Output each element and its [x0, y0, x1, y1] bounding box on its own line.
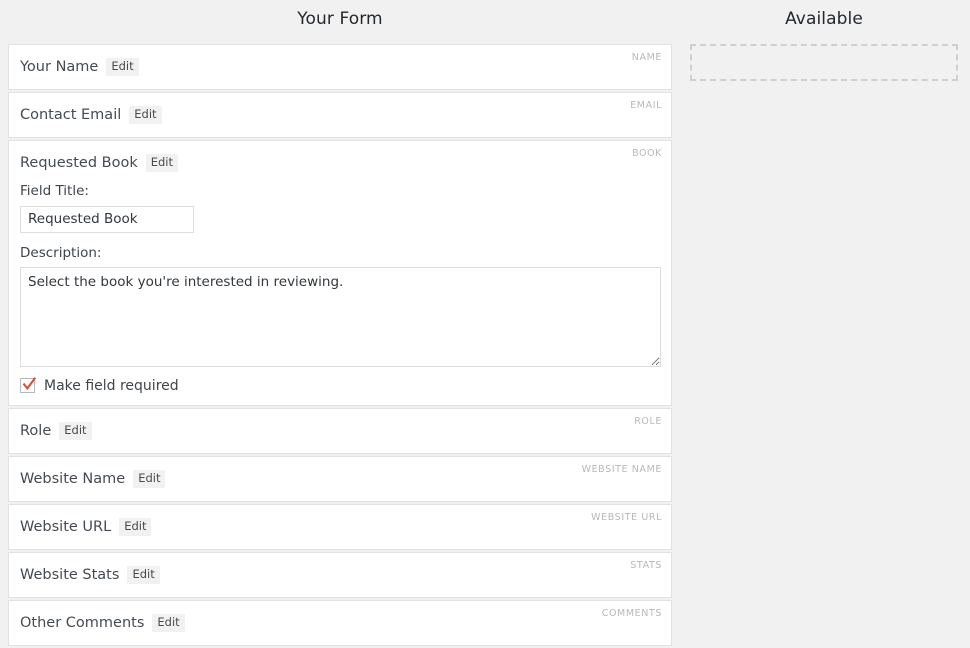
field-card-title: Website Name: [20, 470, 126, 487]
field-card-title: Contact Email: [20, 106, 122, 123]
edit-button[interactable]: Edit: [106, 58, 139, 76]
checkmark-icon: [22, 377, 37, 391]
field-type-tag: NAME: [631, 52, 662, 63]
field-type-tag: WEBSITE NAME: [581, 464, 662, 475]
edit-button[interactable]: Edit: [59, 422, 92, 440]
field-card-role[interactable]: Role Edit ROLE: [8, 408, 672, 454]
field-card-header[interactable]: Your Name Edit NAME: [9, 45, 671, 89]
make-required-checkbox[interactable]: [20, 377, 37, 393]
field-card-website-url[interactable]: Website URL Edit WEBSITE URL: [8, 504, 672, 550]
available-field-list: [690, 44, 958, 81]
field-card-title: Other Comments: [20, 614, 145, 631]
field-card-header[interactable]: Website URL Edit WEBSITE URL: [9, 505, 671, 549]
make-required-label: Make field required: [44, 377, 179, 394]
field-card-header[interactable]: Website Stats Edit STATS: [9, 553, 671, 597]
field-card-title: Your Name: [20, 58, 99, 75]
field-card-header[interactable]: Requested Book Edit BOOK: [9, 141, 671, 185]
description-label: Description:: [20, 244, 102, 261]
field-card-other-comments[interactable]: Other Comments Edit COMMENTS: [8, 600, 672, 646]
form-builder-page: Your Form Available Your Name Edit NAME …: [0, 0, 970, 646]
field-card-title: Website Stats: [20, 566, 120, 583]
field-card-website-name[interactable]: Website Name Edit WEBSITE NAME: [8, 456, 672, 502]
field-editor-body: Field Title: Description: Select the boo…: [9, 183, 671, 405]
field-type-tag: STATS: [630, 560, 662, 571]
field-type-tag: WEBSITE URL: [591, 512, 662, 523]
field-card-header[interactable]: Role Edit ROLE: [9, 409, 671, 453]
field-title-label: Field Title:: [20, 183, 89, 199]
available-dropzone[interactable]: [690, 44, 958, 81]
description-textarea[interactable]: Select the book you're interested in rev…: [20, 267, 661, 367]
field-card-header[interactable]: Website Name Edit WEBSITE NAME: [9, 457, 671, 501]
field-card-requested-book[interactable]: Requested Book Edit BOOK Field Title: De…: [8, 140, 672, 406]
field-card-header[interactable]: Other Comments Edit COMMENTS: [9, 601, 671, 645]
field-card-title: Role: [20, 422, 52, 439]
form-field-list: Your Name Edit NAME Contact Email Edit E…: [8, 44, 672, 648]
field-type-tag: COMMENTS: [601, 608, 662, 619]
edit-button[interactable]: Edit: [119, 518, 152, 536]
field-card-website-stats[interactable]: Website Stats Edit STATS: [8, 552, 672, 598]
edit-button[interactable]: Edit: [133, 470, 166, 488]
make-required-row: Make field required: [20, 377, 660, 394]
edit-button[interactable]: Edit: [145, 154, 179, 172]
field-type-tag: ROLE: [634, 416, 662, 427]
field-card-title: Website URL: [20, 518, 112, 535]
field-card-header[interactable]: Contact Email Edit EMAIL: [9, 93, 671, 137]
page-title-available: Available: [785, 9, 863, 29]
edit-button[interactable]: Edit: [152, 614, 185, 632]
field-card-title: Requested Book: [20, 154, 138, 171]
field-type-tag: BOOK: [632, 148, 662, 159]
field-title-input[interactable]: [20, 205, 194, 233]
field-type-tag: EMAIL: [630, 100, 662, 111]
page-title-your-form: Your Form: [297, 9, 383, 29]
edit-button[interactable]: Edit: [127, 566, 160, 584]
edit-button[interactable]: Edit: [129, 106, 162, 124]
field-card-contact-email[interactable]: Contact Email Edit EMAIL: [8, 92, 672, 138]
field-card-your-name[interactable]: Your Name Edit NAME: [8, 44, 672, 90]
